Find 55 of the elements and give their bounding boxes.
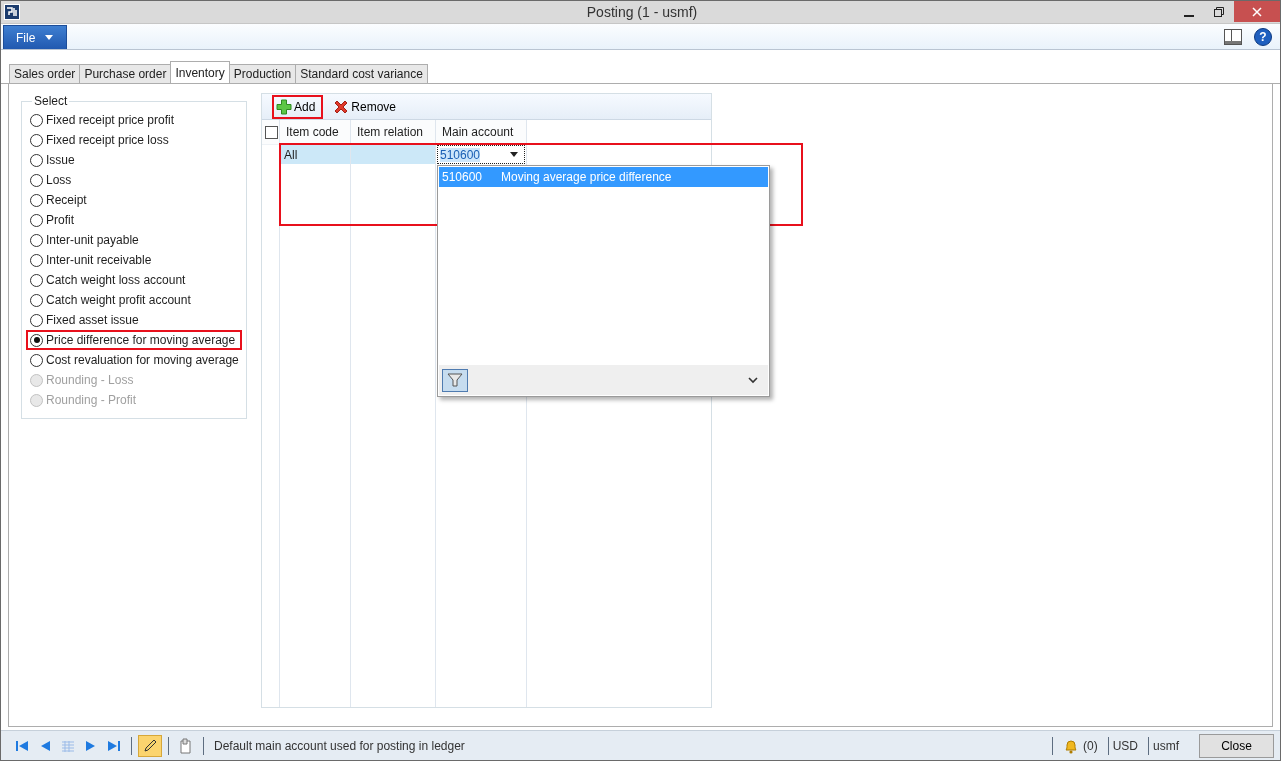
bell-icon[interactable] xyxy=(1062,737,1079,754)
cross-icon xyxy=(333,98,350,115)
radio-option[interactable]: Profit xyxy=(26,210,242,230)
close-icon xyxy=(1252,6,1262,17)
minimize-icon xyxy=(1184,14,1194,17)
pencil-icon xyxy=(142,737,158,754)
column-header[interactable]: Item relation xyxy=(351,120,435,145)
group-title: Select xyxy=(32,94,70,108)
app-icon xyxy=(4,4,20,20)
radio-option[interactable]: Fixed asset issue xyxy=(26,310,242,330)
radio-option[interactable]: Inter-unit payable xyxy=(26,230,242,250)
tab[interactable]: Inventory xyxy=(170,61,230,83)
help-button[interactable]: ? xyxy=(1254,27,1272,46)
radio-option[interactable]: Catch weight loss account xyxy=(26,270,242,290)
caret-icon xyxy=(45,35,54,40)
table-cell: All xyxy=(280,145,350,164)
tab[interactable]: Standard cost variance xyxy=(295,64,428,83)
radio-option[interactable]: Fixed receipt price profit xyxy=(26,110,242,130)
restore-icon xyxy=(1214,6,1224,17)
plus-icon xyxy=(276,98,292,115)
radio-option[interactable]: Receipt xyxy=(26,190,242,210)
tab[interactable]: Production xyxy=(228,64,297,83)
status-message: Default main account used for posting in ledger xyxy=(214,738,465,753)
chevron-down-icon[interactable] xyxy=(748,376,758,384)
select-all-checkbox[interactable] xyxy=(265,125,278,139)
radio-option[interactable]: Fixed receipt price loss xyxy=(26,130,242,150)
caret-icon xyxy=(510,152,518,157)
company-label[interactable]: usmf xyxy=(1153,738,1179,753)
attachment-icon[interactable] xyxy=(179,737,193,754)
remove-button[interactable]: Remove xyxy=(329,94,405,119)
radio-option[interactable]: Issue xyxy=(26,150,242,170)
account-field[interactable]: 510600 xyxy=(437,145,525,164)
column-header[interactable]: Item code xyxy=(280,120,350,145)
radio-option[interactable]: Catch weight profit account xyxy=(26,290,242,310)
radio-option[interactable]: Inter-unit receivable xyxy=(26,250,242,270)
radio-option[interactable]: Price difference for moving average xyxy=(26,330,242,350)
add-button[interactable]: Add xyxy=(272,94,324,119)
currency-label[interactable]: USD xyxy=(1112,738,1138,753)
radio-option[interactable]: Cost revaluation for moving average xyxy=(26,350,242,370)
last-record-icon[interactable] xyxy=(107,739,121,752)
funnel-icon xyxy=(447,373,463,387)
next-record-icon[interactable] xyxy=(85,739,97,752)
close-form-button[interactable]: Close xyxy=(1199,733,1274,758)
first-record-icon[interactable] xyxy=(15,739,29,752)
previous-record-icon[interactable] xyxy=(39,739,51,752)
filter-button[interactable] xyxy=(442,368,468,392)
layout-icon[interactable] xyxy=(1224,28,1242,45)
tab[interactable]: Sales order xyxy=(9,64,81,83)
window-title: Posting (1 - usmf) xyxy=(586,4,698,20)
edit-button[interactable] xyxy=(138,734,162,757)
notification-count[interactable]: (0) xyxy=(1082,738,1098,753)
tab[interactable]: Purchase order xyxy=(79,64,172,83)
radio-option[interactable]: Loss xyxy=(26,170,242,190)
column-header[interactable]: Main account xyxy=(436,120,526,145)
file-menu[interactable]: File xyxy=(3,25,67,49)
